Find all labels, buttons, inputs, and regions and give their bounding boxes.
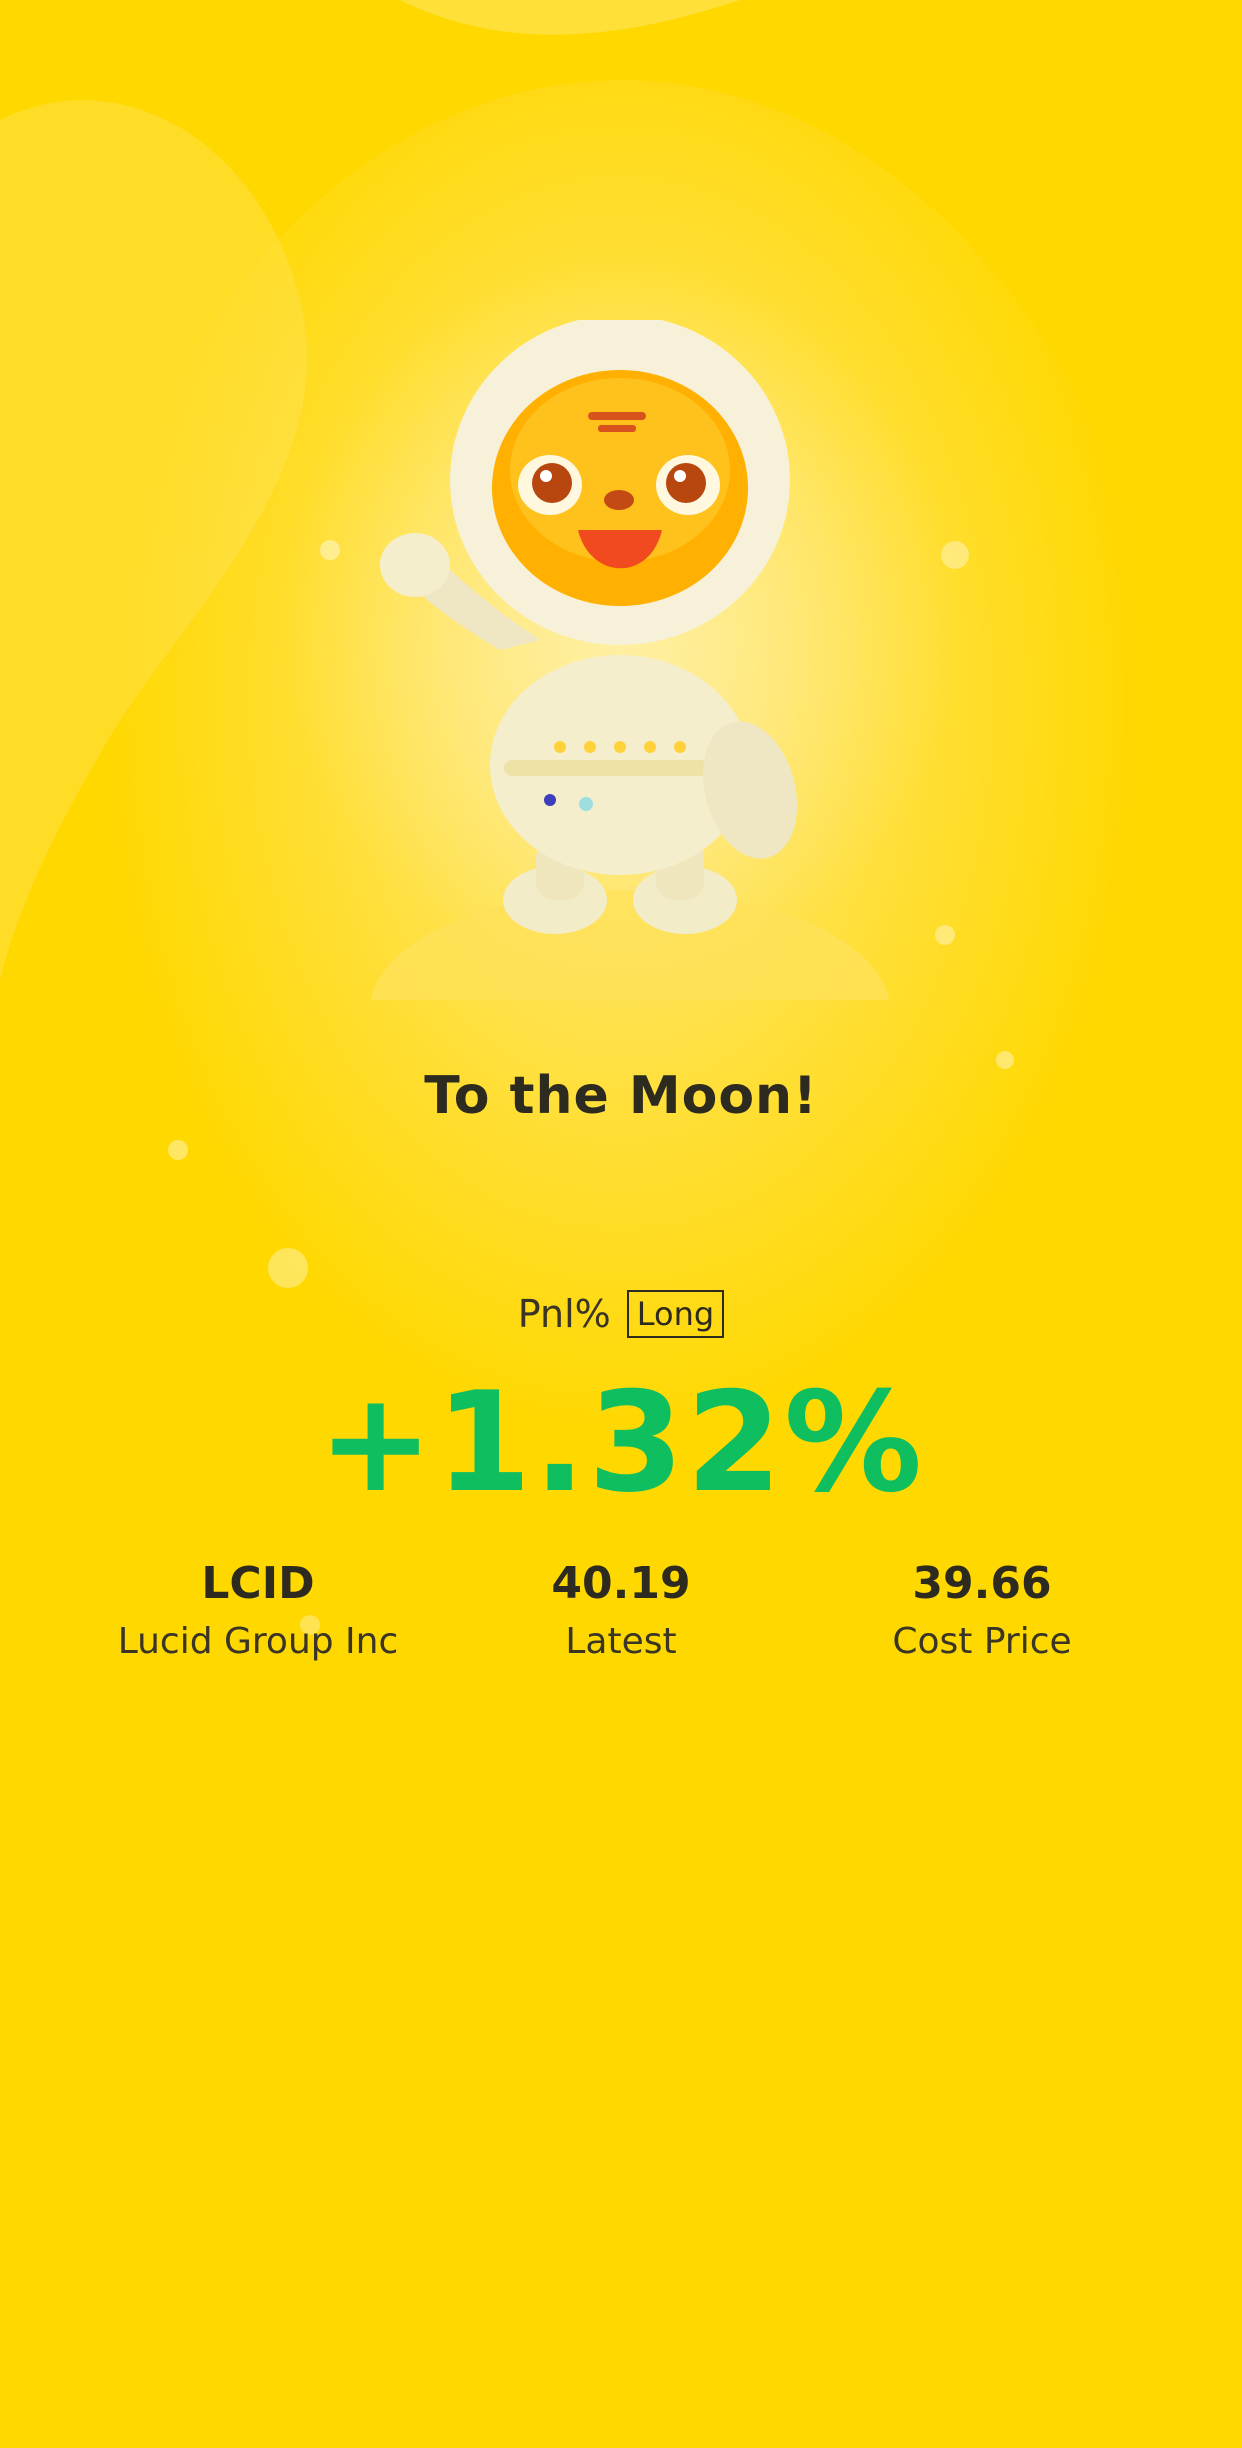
- cost-price-value: 39.66: [912, 1558, 1052, 1609]
- stock-name: Lucid Group Inc: [117, 1621, 399, 1662]
- cost-price-label: Cost Price: [892, 1621, 1072, 1662]
- pnl-percentage: +1.32%: [317, 1362, 925, 1523]
- pnl-label: Pnl%: [517, 1292, 611, 1336]
- stat-symbol: LCID Lucid Group Inc: [58, 1556, 458, 1666]
- pnl-header: Pnl% Long: [0, 1290, 1242, 1338]
- stock-ticker: LCID: [201, 1558, 315, 1609]
- astronaut-tiger-mascot-icon: [340, 315, 900, 1130]
- page-title: To the Moon!: [424, 1066, 818, 1126]
- stat-latest: 40.19 Latest: [421, 1556, 821, 1666]
- position-direction-badge: Long: [626, 1290, 725, 1338]
- latest-price-value: 40.19: [551, 1558, 691, 1609]
- stat-cost: 39.66 Cost Price: [782, 1556, 1182, 1666]
- latest-price-label: Latest: [565, 1621, 677, 1662]
